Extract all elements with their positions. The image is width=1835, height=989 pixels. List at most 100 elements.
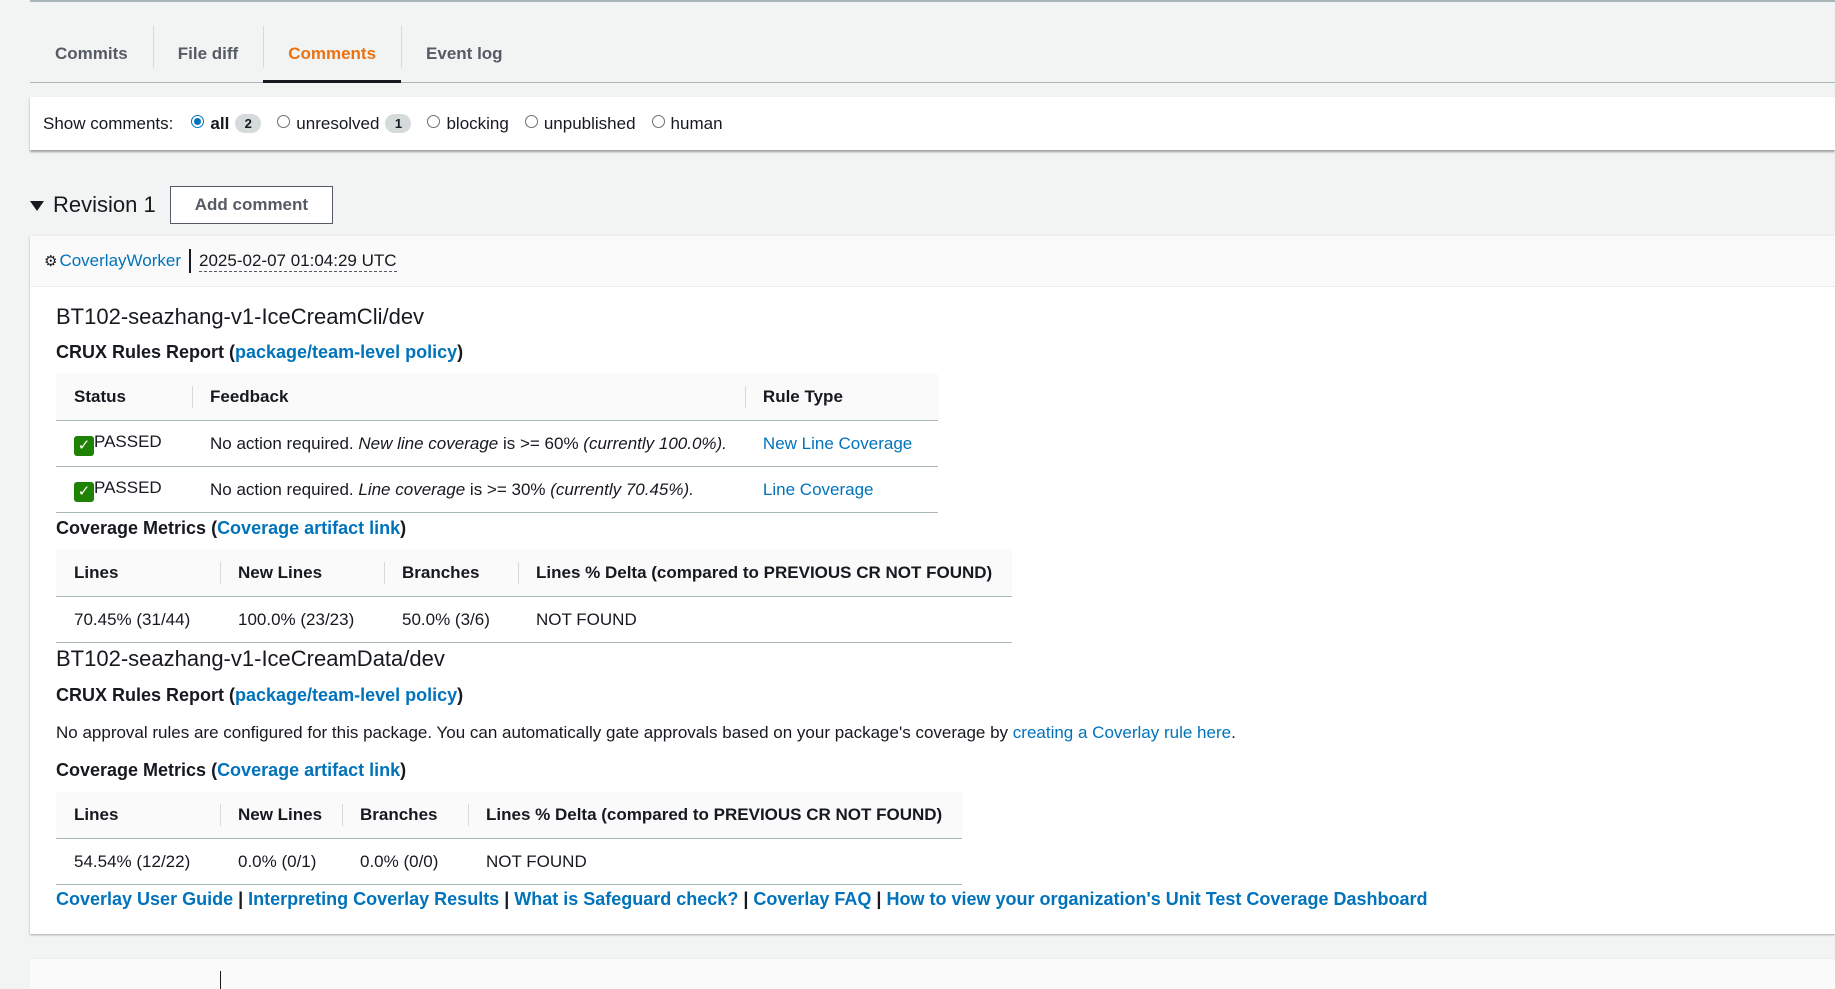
- feedback-current: (currently 100.0%).: [583, 433, 727, 453]
- filter-unpublished-label: unpublished: [543, 113, 636, 133]
- footer-links: Coverlay User Guide | Interpreting Cover…: [56, 889, 1427, 910]
- radio-icon[interactable]: [524, 115, 538, 128]
- rules-report-close: ): [457, 685, 464, 705]
- user-guide-link[interactable]: Coverlay User Guide: [56, 889, 233, 909]
- status-text: PASSED: [94, 477, 162, 497]
- coverlay-faq-link[interactable]: Coverlay FAQ: [753, 889, 871, 909]
- coverage-dashboard-link[interactable]: How to view your organization's Unit Tes…: [886, 889, 1427, 909]
- filter-unresolved-label: unresolved: [296, 113, 380, 133]
- metrics-table: Lines New Lines Branches Lines % Delta (…: [56, 792, 962, 885]
- feedback-metric: New line coverage: [358, 433, 499, 453]
- rules-report-title: CRUX Rules Report (: [56, 685, 236, 705]
- feedback-current: (currently 70.45%).: [550, 479, 694, 499]
- no-rules-end: .: [1231, 723, 1236, 742]
- rules-table: Status Feedback Rule Type ✓ PASSED No act…: [56, 374, 938, 513]
- col-delta: Lines % Delta (compared to PREVIOUS CR N…: [518, 550, 1012, 597]
- package-title: BT102-seazhang-v1-IceCreamCli/dev: [56, 304, 425, 329]
- radio-icon[interactable]: [427, 115, 441, 128]
- filter-all-count: 2: [235, 114, 262, 133]
- filter-all-radio[interactable]: all 2: [191, 114, 262, 134]
- table-row: 54.54% (12/22) 0.0% (0/1) 0.0% (0/0) NOT…: [56, 838, 962, 885]
- metrics-close: ): [400, 760, 407, 780]
- tab-file-diff[interactable]: File diff: [152, 26, 263, 82]
- feedback-cell: No action required. Line coverage is >= …: [192, 466, 745, 513]
- footer-separator: |: [499, 889, 515, 909]
- table-cell: 70.45% (31/44): [56, 596, 220, 643]
- rules-report-heading: CRUX Rules Report (package/team-level po…: [56, 685, 463, 706]
- collapse-triangle-icon[interactable]: [30, 201, 44, 211]
- col-lines: Lines: [56, 550, 220, 597]
- header-divider: [189, 249, 192, 273]
- col-rule-type: Rule Type: [744, 374, 938, 421]
- policy-link[interactable]: package/team-level policy: [235, 342, 457, 362]
- feedback-threshold: is >= 30%: [465, 479, 551, 499]
- table-cell: 100.0% (23/23): [220, 596, 384, 643]
- table-cell: 54.54% (12/22): [56, 838, 220, 885]
- filter-blocking-label: blocking: [446, 113, 509, 133]
- col-new-lines: New Lines: [220, 550, 384, 597]
- footer-separator: |: [871, 889, 887, 909]
- rules-report-title: CRUX Rules Report (: [56, 342, 236, 362]
- status-cell: ✓ PASSED: [56, 420, 192, 467]
- policy-link[interactable]: package/team-level policy: [235, 685, 457, 705]
- gears-icon: ⚙: [44, 253, 58, 270]
- metrics-title: Coverage Metrics (: [56, 518, 218, 538]
- comment-filter-bar: Show comments: all 2 unresolved 1 blocki…: [30, 97, 1835, 150]
- table-row: ✓ PASSED No action required. New line cov…: [56, 420, 938, 467]
- check-icon: ✓: [74, 481, 94, 502]
- rules-report-heading: CRUX Rules Report (package/team-level po…: [56, 342, 463, 363]
- revision-header: Revision 1 Add comment: [30, 186, 334, 224]
- filter-label: Show comments:: [43, 113, 174, 133]
- status-cell: ✓ PASSED: [56, 466, 192, 513]
- comment-card: ⚙ CoverlayWorker 2025-02-07 01:04:29 UTC…: [30, 236, 1835, 934]
- col-delta: Lines % Delta (compared to PREVIOUS CR N…: [468, 792, 962, 839]
- rule-type-cell: Line Coverage: [744, 466, 938, 513]
- filter-blocking-radio[interactable]: blocking: [427, 113, 509, 134]
- safeguard-check-link[interactable]: What is Safeguard check?: [514, 889, 738, 909]
- col-branches: Branches: [342, 792, 468, 839]
- feedback-text: No action required.: [210, 433, 359, 453]
- tab-bar: Commits File diff Comments Event log: [30, 26, 1835, 83]
- table-row: 70.45% (31/44) 100.0% (23/23) 50.0% (3/6…: [56, 596, 1012, 643]
- metrics-title: Coverage Metrics (: [56, 760, 218, 780]
- top-divider: [30, 0, 1835, 5]
- no-rules-message: No approval rules are configured for thi…: [56, 723, 1236, 743]
- package-title: BT102-seazhang-v1-IceCreamData/dev: [56, 646, 445, 671]
- coverage-artifact-link[interactable]: Coverage artifact link: [217, 760, 400, 780]
- filter-human-label: human: [670, 113, 723, 133]
- metrics-table: Lines New Lines Branches Lines % Delta (…: [56, 550, 1012, 643]
- tab-commits[interactable]: Commits: [30, 26, 153, 82]
- radio-icon[interactable]: [277, 115, 291, 128]
- tab-comments[interactable]: Comments: [263, 26, 401, 83]
- feedback-text: No action required.: [210, 479, 359, 499]
- filter-unresolved-radio[interactable]: unresolved 1: [277, 113, 412, 134]
- radio-icon[interactable]: [651, 115, 665, 128]
- rule-type-link[interactable]: New Line Coverage: [763, 434, 912, 453]
- filter-unpublished-radio[interactable]: unpublished: [524, 113, 636, 134]
- add-comment-button[interactable]: Add comment: [169, 186, 334, 224]
- author-link[interactable]: CoverlayWorker: [59, 251, 181, 271]
- metrics-close: ): [400, 518, 407, 538]
- no-rules-text: No approval rules are configured for thi…: [56, 723, 1013, 742]
- revision-title: Revision 1: [53, 192, 156, 217]
- footer-separator: |: [738, 889, 754, 909]
- rule-type-cell: New Line Coverage: [744, 420, 938, 467]
- radio-selected-icon[interactable]: [191, 115, 205, 128]
- tab-event-log[interactable]: Event log: [401, 26, 528, 82]
- status-text: PASSED: [94, 431, 162, 451]
- create-rule-link[interactable]: creating a Coverlay rule here: [1013, 723, 1231, 742]
- table-cell: 0.0% (0/1): [220, 838, 342, 885]
- rules-report-close: ): [457, 342, 464, 362]
- filter-human-radio[interactable]: human: [651, 113, 723, 134]
- coverage-artifact-link[interactable]: Coverage artifact link: [217, 518, 400, 538]
- feedback-cell: No action required. New line coverage is…: [192, 420, 745, 467]
- col-feedback: Feedback: [192, 374, 745, 421]
- comment-header: ⚙ CoverlayWorker 2025-02-07 01:04:29 UTC: [30, 236, 1835, 287]
- header-divider: [220, 971, 221, 989]
- comment-timestamp[interactable]: 2025-02-07 01:04:29 UTC: [199, 251, 397, 272]
- filter-unresolved-count: 1: [385, 114, 412, 133]
- coverage-metrics-heading: Coverage Metrics (Coverage artifact link…: [56, 760, 406, 781]
- interpreting-results-link[interactable]: Interpreting Coverlay Results: [248, 889, 499, 909]
- rule-type-link[interactable]: Line Coverage: [763, 480, 874, 499]
- check-icon: ✓: [74, 435, 94, 456]
